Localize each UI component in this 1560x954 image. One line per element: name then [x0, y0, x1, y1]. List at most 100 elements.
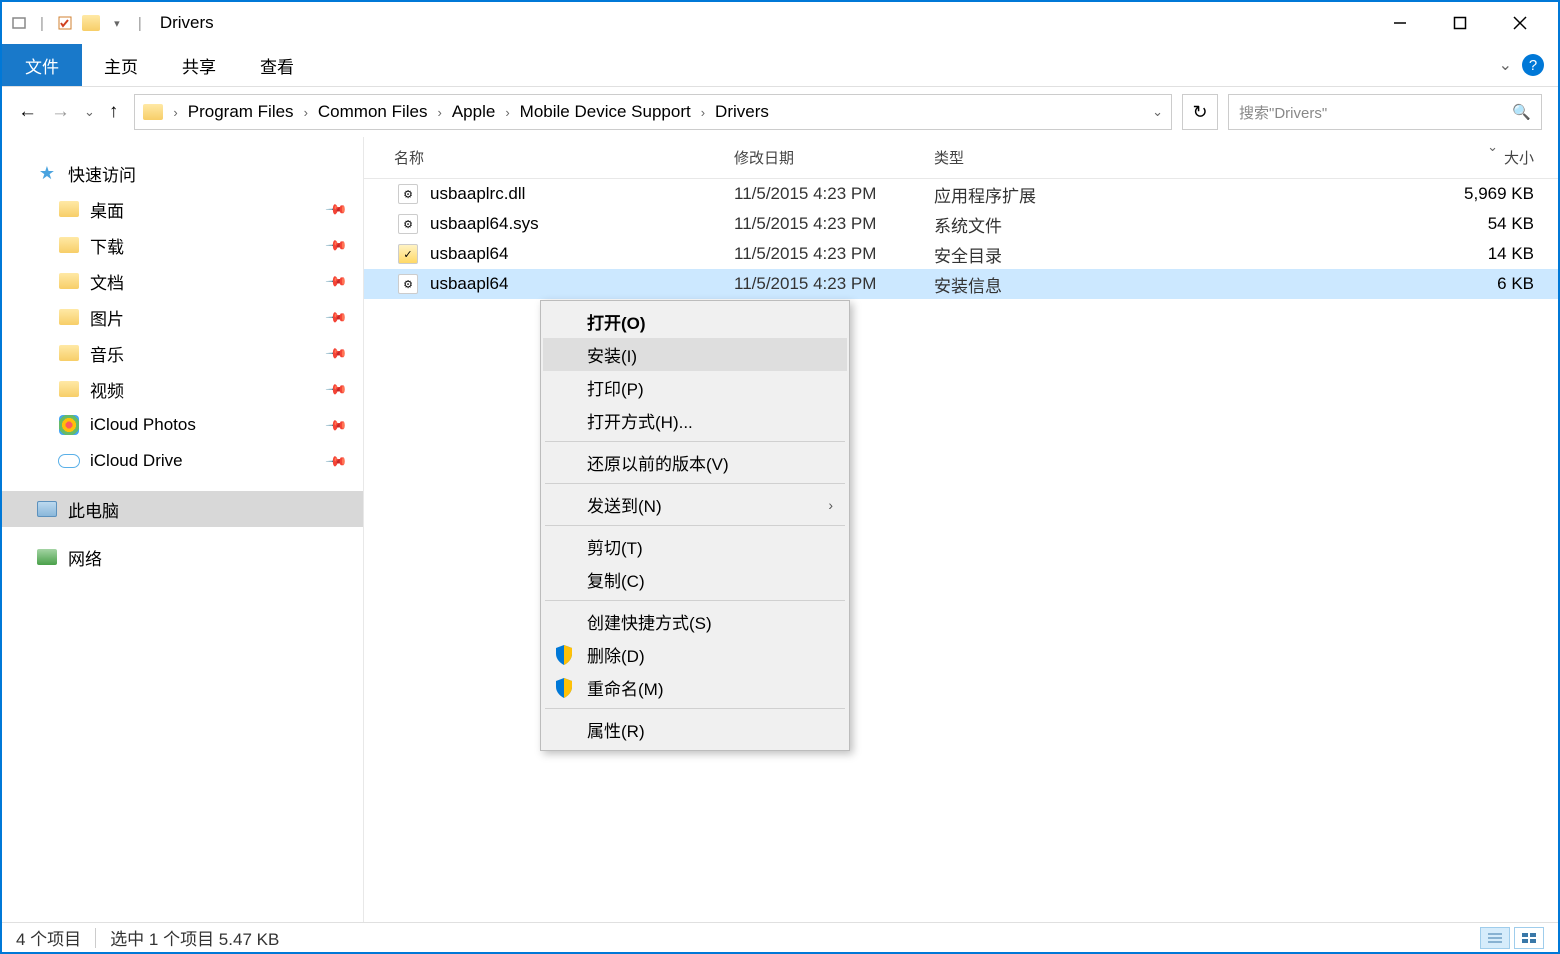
breadcrumb-item[interactable]: Program Files	[184, 102, 298, 122]
ribbon-tab-home[interactable]: 主页	[82, 44, 160, 86]
properties-qat-icon[interactable]	[56, 14, 74, 32]
context-menu-send-to[interactable]: 发送到(N) ›	[543, 488, 847, 521]
folder-icon	[58, 235, 80, 255]
context-menu-shortcut[interactable]: 创建快捷方式(S)	[543, 605, 847, 638]
column-header-name[interactable]: 名称	[364, 147, 734, 168]
context-menu: 打开(O) 安装(I) 打印(P) 打开方式(H)... 还原以前的版本(V) …	[540, 300, 850, 751]
search-placeholder: 搜索"Drivers"	[1239, 102, 1327, 123]
window-title: Drivers	[160, 13, 214, 33]
navigation-pane: ★ 快速访问 桌面 📌 下载 📌 文档 📌 图片 📌 音乐 📌	[2, 137, 364, 922]
file-type: 安装信息	[934, 272, 1214, 297]
folder-icon	[58, 307, 80, 327]
context-menu-rename[interactable]: 重命名(M)	[543, 671, 847, 704]
address-bar[interactable]: › Program Files › Common Files › Apple ›…	[134, 94, 1172, 130]
sidebar-item-network[interactable]: 网络	[2, 539, 363, 575]
file-name: usbaaplrc.dll	[430, 184, 734, 204]
context-menu-delete[interactable]: 删除(D)	[543, 638, 847, 671]
context-menu-open[interactable]: 打开(O)	[543, 305, 847, 338]
context-menu-open-with[interactable]: 打开方式(H)...	[543, 404, 847, 437]
file-row[interactable]: ⚙ usbaapl64 11/5/2015 4:23 PM 安装信息 6 KB	[364, 269, 1558, 299]
chevron-right-icon[interactable]: ›	[701, 105, 705, 120]
back-button[interactable]: ←	[18, 101, 37, 123]
forward-button[interactable]: →	[51, 101, 70, 123]
navigation-bar: ← → ⌄ ↑ › Program Files › Common Files ›…	[2, 87, 1558, 137]
status-bar: 4 个项目 选中 1 个项目 5.47 KB	[2, 922, 1558, 952]
folder-icon	[58, 271, 80, 291]
context-menu-cut[interactable]: 剪切(T)	[543, 530, 847, 563]
context-menu-properties[interactable]: 属性(R)	[543, 713, 847, 746]
address-dropdown-icon[interactable]: ⌄	[1152, 104, 1163, 120]
ribbon-file-tab[interactable]: 文件	[2, 44, 82, 86]
folder-qat-icon[interactable]	[82, 14, 100, 32]
column-header-type[interactable]: 类型	[934, 147, 1214, 168]
chevron-right-icon[interactable]: ›	[438, 105, 442, 120]
menu-separator	[545, 525, 845, 526]
maximize-button[interactable]	[1430, 3, 1490, 43]
menu-separator	[545, 441, 845, 442]
qat-dropdown-icon[interactable]: ▾	[108, 14, 126, 32]
sidebar-item-icloud-photos[interactable]: iCloud Photos 📌	[2, 407, 363, 443]
breadcrumb-item[interactable]: Mobile Device Support	[516, 102, 695, 122]
sidebar-item-desktop[interactable]: 桌面 📌	[2, 191, 363, 227]
file-size: 5,969 KB	[1214, 184, 1558, 204]
up-button[interactable]: ↑	[109, 101, 119, 123]
sidebar-item-icloud-drive[interactable]: iCloud Drive 📌	[2, 443, 363, 479]
pin-icon: 📌	[324, 269, 348, 293]
ribbon-tab-view[interactable]: 查看	[238, 44, 316, 86]
file-row[interactable]: ✓ usbaapl64 11/5/2015 4:23 PM 安全目录 14 KB	[364, 239, 1558, 269]
column-header-size[interactable]: 大小⌄	[1214, 147, 1558, 168]
chevron-right-icon[interactable]: ›	[173, 105, 177, 120]
file-row[interactable]: ⚙ usbaaplrc.dll 11/5/2015 4:23 PM 应用程序扩展…	[364, 179, 1558, 209]
search-input[interactable]: 搜索"Drivers" 🔍	[1228, 94, 1542, 130]
refresh-button[interactable]: ↻	[1182, 94, 1218, 130]
file-name: usbaapl64.sys	[430, 214, 734, 234]
menu-separator	[545, 600, 845, 601]
pin-icon: 📌	[324, 233, 348, 257]
ribbon-tab-share[interactable]: 共享	[160, 44, 238, 86]
help-button[interactable]: ?	[1522, 54, 1544, 76]
chevron-right-icon[interactable]: ›	[304, 105, 308, 120]
file-date: 11/5/2015 4:23 PM	[734, 214, 934, 234]
pin-icon: 📌	[324, 305, 348, 329]
shield-icon	[555, 645, 573, 665]
sidebar-item-videos[interactable]: 视频 📌	[2, 371, 363, 407]
context-menu-restore[interactable]: 还原以前的版本(V)	[543, 446, 847, 479]
search-icon: 🔍	[1512, 103, 1531, 121]
context-menu-copy[interactable]: 复制(C)	[543, 563, 847, 596]
pc-icon	[36, 499, 58, 519]
menu-separator	[545, 708, 845, 709]
system-menu-icon[interactable]	[10, 14, 28, 32]
pin-icon: 📌	[324, 377, 348, 401]
context-menu-print[interactable]: 打印(P)	[543, 371, 847, 404]
chevron-right-icon[interactable]: ›	[505, 105, 509, 120]
cloud-icon	[58, 451, 80, 471]
file-date: 11/5/2015 4:23 PM	[734, 184, 934, 204]
file-size: 6 KB	[1214, 274, 1558, 294]
sidebar-item-quick-access[interactable]: ★ 快速访问	[2, 155, 363, 191]
minimize-button[interactable]	[1370, 3, 1430, 43]
breadcrumb-item[interactable]: Apple	[448, 102, 499, 122]
sidebar-item-music[interactable]: 音乐 📌	[2, 335, 363, 371]
ribbon-expand-icon[interactable]: ⌄	[1499, 55, 1512, 75]
sidebar-item-documents[interactable]: 文档 📌	[2, 263, 363, 299]
view-details-button[interactable]	[1480, 927, 1510, 949]
sidebar-item-downloads[interactable]: 下载 📌	[2, 227, 363, 263]
recent-dropdown[interactable]: ⌄	[84, 104, 95, 120]
view-icons-button[interactable]	[1514, 927, 1544, 949]
sidebar-item-this-pc[interactable]: 此电脑	[2, 491, 363, 527]
breadcrumb-item[interactable]: Common Files	[314, 102, 432, 122]
titlebar: | ▾ | Drivers	[2, 2, 1558, 44]
file-size: 54 KB	[1214, 214, 1558, 234]
menu-separator	[545, 483, 845, 484]
folder-icon	[58, 343, 80, 363]
file-type: 安全目录	[934, 242, 1214, 267]
column-header-date[interactable]: 修改日期	[734, 147, 934, 168]
column-headers: 名称 修改日期 类型 大小⌄	[364, 137, 1558, 179]
file-type: 系统文件	[934, 212, 1214, 237]
star-icon: ★	[36, 163, 58, 183]
close-button[interactable]	[1490, 3, 1550, 43]
file-row[interactable]: ⚙ usbaapl64.sys 11/5/2015 4:23 PM 系统文件 5…	[364, 209, 1558, 239]
sidebar-item-pictures[interactable]: 图片 📌	[2, 299, 363, 335]
breadcrumb-item[interactable]: Drivers	[711, 102, 773, 122]
context-menu-install[interactable]: 安装(I)	[543, 338, 847, 371]
